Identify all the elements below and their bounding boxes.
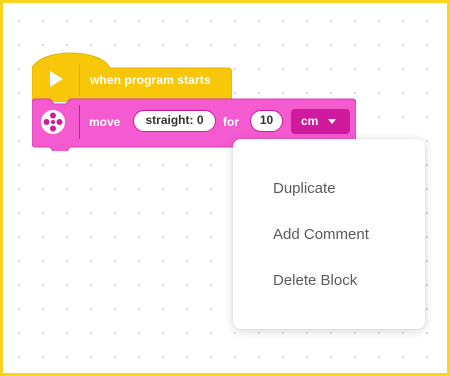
unit-dropdown-value: cm bbox=[301, 114, 319, 128]
menu-item-add-comment[interactable]: Add Comment bbox=[233, 215, 425, 255]
drive-base-icon bbox=[40, 109, 66, 135]
play-icon bbox=[48, 70, 64, 88]
direction-input[interactable]: straight: 0 bbox=[133, 110, 216, 132]
block-divider bbox=[79, 105, 80, 139]
unit-dropdown[interactable]: cm bbox=[291, 109, 350, 134]
block-divider bbox=[79, 65, 80, 96]
menu-item-duplicate[interactable]: Duplicate bbox=[233, 169, 425, 209]
for-label: for bbox=[223, 115, 239, 129]
context-menu: Duplicate Add Comment Delete Block bbox=[233, 139, 425, 329]
distance-input[interactable]: 10 bbox=[250, 110, 283, 132]
hat-block-label: when program starts bbox=[90, 73, 211, 87]
workspace-canvas[interactable]: when program starts move straight: 0 for… bbox=[3, 3, 447, 373]
caret-down-icon bbox=[328, 119, 336, 124]
menu-item-delete-block[interactable]: Delete Block bbox=[233, 261, 425, 301]
move-label: move bbox=[89, 115, 121, 129]
when-program-starts-block[interactable]: when program starts bbox=[32, 46, 232, 102]
